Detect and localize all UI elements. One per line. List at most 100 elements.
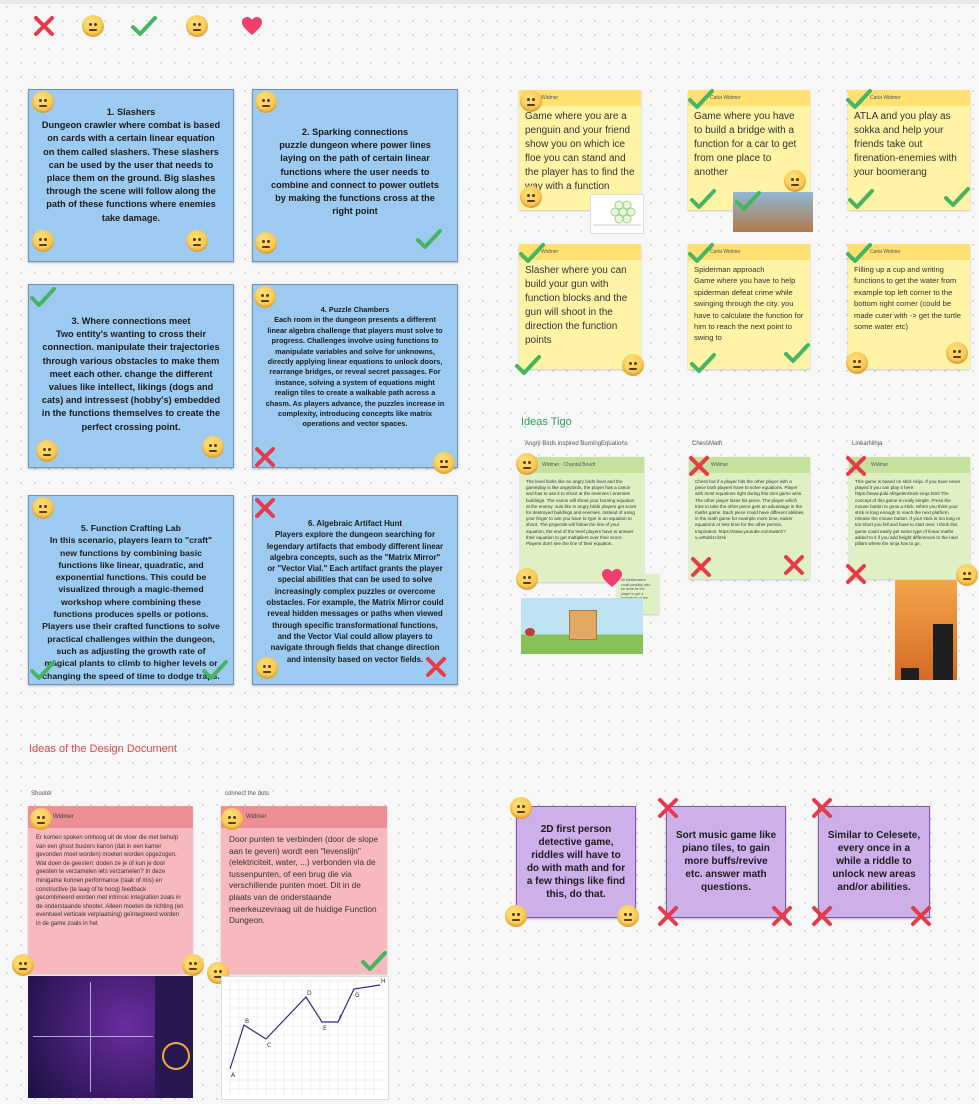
card-text: 4. Puzzle Chambers Each room in the dung… [265,305,445,429]
idea-card-detective-game[interactable]: 2D first person detective game, riddles … [516,806,636,918]
sticky-text: Door punten te verbinden (door de slope … [229,834,378,926]
card-text: 3. Where connections meet Two entity's w… [41,316,221,432]
sticky-text: Game where you have to build a bridge wi… [694,111,797,178]
neutral-face-icon [254,286,276,308]
sticky-text: Chess but if a player hits the other pla… [695,479,804,540]
heart-icon[interactable] [241,16,263,36]
check-icon [846,242,872,264]
neutral-face-icon [202,436,224,458]
top-toolbar-strip [0,0,979,4]
idea-card-celeste-like[interactable]: Similar to Celesete, every once in a whi… [818,806,930,918]
neutral-face-icon [255,232,277,254]
cross-icon [657,797,679,819]
neutral-face-icon [32,497,54,519]
check-icon [688,88,714,110]
neutral-face-icon [186,230,208,252]
graph-point-label: D [307,990,312,997]
graph-point-label: H [381,978,386,985]
neutral-face-icon [182,954,204,976]
check-icon [690,188,716,210]
neutral-face-icon [32,91,54,113]
check-icon [784,342,810,364]
check-icon [848,188,874,210]
column-label: Angry Birds inspired BurningEquations [525,441,628,447]
neutral-face-icon [255,91,277,113]
check-icon [416,228,442,250]
sticky-note-burning-equations[interactable]: Widmer · Chantal Boudt The level looks l… [520,457,644,582]
card-text: 5. Function Crafting Lab In this scenari… [42,523,220,681]
check-icon [30,659,56,681]
check-icon [944,186,970,208]
neutral-face-icon[interactable] [82,15,104,37]
shooter-label: Shooter [31,791,53,797]
sticky-text: Filling up a cup and writing functions t… [854,265,961,332]
cross-icon [657,905,679,927]
cross-icon [811,797,833,819]
sticky-text: ATLA and you play as sokka and help your… [854,111,957,178]
sticky-text: Er komen spoken omhoog uit de vloer die … [36,835,184,927]
neutral-face-icon [846,352,868,374]
connect-dots-label: connect the dots [225,791,270,797]
idea-card-music-game[interactable]: Sort music game like piano tiles, to gai… [666,806,786,918]
ideas-tigo-title: Ideas Tigo [521,416,572,428]
card-text: 6. Algebraic Artifact Hunt Players explo… [266,519,444,664]
neutral-face-icon [784,170,806,192]
check-icon [519,242,545,264]
cross-icon [425,656,447,678]
check-icon [846,88,872,110]
cross-icon [688,455,710,477]
check-icon [690,352,716,374]
idea-card-puzzle-chambers[interactable]: 4. Puzzle Chambers Each room in the dung… [252,284,458,468]
neutral-face-icon [622,354,644,376]
shooter-game-screenshot [28,976,193,1098]
cross-icon [690,556,712,578]
cross-icon [811,905,833,927]
sticky-author: Widmer [849,457,970,473]
sticky-text: Slasher where you can build your gun wit… [525,265,628,346]
stick-ninja-thumbnail [895,580,957,680]
cross-icon [254,497,276,519]
column-label: LinearNinja [852,441,883,447]
graph-point-label: E [323,1025,327,1032]
graph-point-label: G [355,992,360,999]
sticky-text: The level looks like an angry birds leve… [526,479,637,547]
card-text: 2. Sparking connections puzzle dungeon w… [271,127,439,217]
graph-point-label: A [231,1072,236,1079]
hexagon-grid-image [593,200,641,226]
graph-point-label: F [339,1015,343,1022]
check-icon [688,242,714,264]
cross-icon [910,905,932,927]
neutral-face-icon [12,954,34,976]
sticky-author: Widmer [28,806,193,828]
neutral-face-icon [956,564,978,586]
cross-icon [845,563,867,585]
sticky-note-linear-ninja[interactable]: Widmer This game is based on stick ninja… [849,457,970,579]
card-text: Sort music game like piano tiles, to gai… [675,830,777,893]
cross-icon [771,905,793,927]
neutral-face-icon [30,808,52,830]
neutral-face-icon [520,90,542,112]
neutral-face-icon [433,452,455,474]
connect-dots-graph-svg: A B C D E F G H [226,978,386,1095]
cross-icon[interactable] [33,15,55,37]
check-icon[interactable] [131,15,157,37]
check-icon [30,286,56,308]
column-label: ChessMath [692,441,723,447]
design-document-title: Ideas of the Design Document [29,743,177,755]
neutral-face-icon [36,440,58,462]
cross-icon [254,446,276,468]
neutral-face-icon [221,808,243,830]
sticky-note-connect-dots[interactable]: Widmer Door punten te verbinden (door de… [221,806,387,974]
sticky-author: Widmer [221,806,387,828]
neutral-face-icon[interactable] [186,15,208,37]
cross-icon [845,455,867,477]
sticky-author: Widmer · Chantal Boudt [520,457,644,473]
heart-icon [601,568,623,588]
neutral-face-icon [510,797,532,819]
idea-card-function-crafting-lab[interactable]: 5. Function Crafting Lab In this scenari… [28,495,234,685]
neutral-face-icon [520,186,542,208]
sticky-note-shooter[interactable]: Widmer Er komen spoken omhoog uit de vlo… [28,806,193,974]
card-text: 2D first person detective game, riddles … [526,824,626,900]
card-text: Similar to Celesete, every once in a whi… [827,830,921,893]
card-text: 1. Slashers Dungeon crawler where combat… [41,107,221,223]
